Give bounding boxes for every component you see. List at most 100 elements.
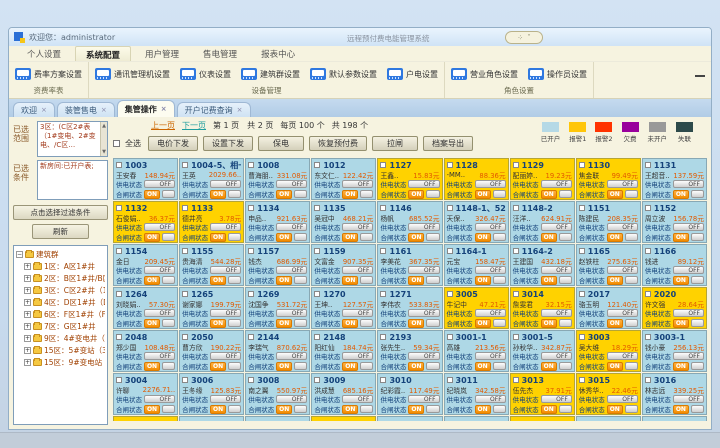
room-checkbox[interactable]: [579, 248, 585, 254]
room-card[interactable]: 2144 李瑞气 870.62元 供电状态 OFF 合闸状态 ON: [245, 330, 310, 372]
gate-on-button[interactable]: ON: [342, 190, 358, 199]
tree-item[interactable]: +6区：F区1#井（F区1#…: [16, 308, 105, 320]
room-card[interactable]: 1148-1、522 天保.. 326.47元 供电状态 OFF 合闸状态 ON: [444, 201, 509, 243]
room-checkbox[interactable]: [513, 377, 519, 383]
room-checkbox[interactable]: [645, 291, 651, 297]
action-button[interactable]: 设置下发: [203, 136, 253, 151]
room-checkbox[interactable]: [248, 291, 254, 297]
room-checkbox[interactable]: [579, 291, 585, 297]
room-card[interactable]: 1133 德井亮 3.78元 供电状态 OFF 合闸状态 ON: [179, 201, 244, 243]
room-card[interactable]: 3004 许聊 2276.71.. 供电状态 OFF 合闸状态 ON: [113, 373, 178, 415]
prev-page-link[interactable]: 上一页: [151, 120, 175, 131]
supply-off-button[interactable]: OFF: [408, 395, 439, 403]
room-checkbox[interactable]: [314, 205, 320, 211]
expand-node-icon[interactable]: +: [24, 311, 31, 318]
supply-off-button[interactable]: OFF: [342, 395, 373, 403]
tree-item[interactable]: +7区：G区1#井: [16, 320, 105, 332]
supply-off-button[interactable]: OFF: [475, 223, 506, 231]
room-card[interactable]: 3009 洪成慧 685.16元 供电状态 OFF 合闸状态 ON: [311, 373, 376, 415]
supply-off-button[interactable]: OFF: [276, 223, 307, 231]
expand-node-icon[interactable]: +: [24, 323, 31, 330]
gate-off-button[interactable]: [294, 319, 307, 327]
supply-off-button[interactable]: OFF: [342, 180, 373, 188]
gate-on-button[interactable]: ON: [210, 319, 226, 328]
supply-off-button[interactable]: OFF: [607, 309, 638, 317]
tree-item[interactable]: +4区：D区1#井（D区1…: [16, 296, 105, 308]
close-tab-icon[interactable]: ×: [41, 106, 47, 114]
gate-off-button[interactable]: [625, 362, 638, 370]
action-button[interactable]: 拉闸: [372, 136, 418, 151]
room-card[interactable]: 2050 曹方欣 190.22元 供电状态 OFF 合闸状态 ON: [179, 330, 244, 372]
supply-off-button[interactable]: OFF: [144, 223, 175, 231]
supply-off-button[interactable]: OFF: [144, 309, 175, 317]
gate-on-button[interactable]: ON: [408, 276, 424, 285]
gate-on-button[interactable]: ON: [475, 319, 491, 328]
room-checkbox[interactable]: [116, 248, 122, 254]
gate-off-button[interactable]: [493, 405, 506, 413]
supply-off-button[interactable]: OFF: [144, 395, 175, 403]
collapse-ribbon-icon[interactable]: [695, 70, 705, 77]
room-card[interactable]: 1161 李美花 367.35元 供电状态 OFF 合闸状态 ON: [377, 244, 442, 286]
room-card[interactable]: 3011 纪晓岚 342.58元 供电状态 OFF 合闸状态 ON: [444, 373, 509, 415]
ribbon-button[interactable]: 通讯管理机设置: [93, 67, 172, 81]
tree-item[interactable]: +3区：C区2#井（1#变…: [16, 284, 105, 296]
gate-off-button[interactable]: [426, 190, 439, 198]
room-card[interactable]: 1155 贵海清 544.28元 供电状态 OFF 合闸状态 ON: [179, 244, 244, 286]
room-card[interactable]: 3015 休秀华.. 22.46元 供电状态 OFF 合闸状态 ON: [576, 373, 641, 415]
gate-on-button[interactable]: ON: [342, 233, 358, 242]
supply-off-button[interactable]: OFF: [144, 180, 175, 188]
room-card[interactable]: 3013 伍先杰 37.91元 供电状态 OFF 合闸状态 ON: [510, 373, 575, 415]
room-card[interactable]: 3008 南之翼 550.97元 供电状态 OFF 合闸状态 ON: [245, 373, 310, 415]
supply-off-button[interactable]: OFF: [541, 180, 572, 188]
supply-off-button[interactable]: OFF: [541, 352, 572, 360]
gate-on-button[interactable]: ON: [342, 319, 358, 328]
gate-on-button[interactable]: ON: [607, 405, 623, 414]
room-checkbox[interactable]: [182, 377, 188, 383]
supply-off-button[interactable]: OFF: [210, 395, 241, 403]
gate-on-button[interactable]: ON: [607, 319, 623, 328]
room-checkbox[interactable]: [579, 205, 585, 211]
ribbon-button[interactable]: 户电设置: [385, 67, 440, 81]
gate-off-button[interactable]: [360, 276, 373, 284]
supply-off-button[interactable]: OFF: [607, 266, 638, 274]
document-tab[interactable]: 装管售电×: [57, 102, 115, 117]
supply-off-button[interactable]: OFF: [276, 180, 307, 188]
ribbon-button[interactable]: 费率方案设置: [13, 67, 84, 81]
room-card[interactable]: 1135 吴冠中 468.21元 供电状态 OFF 合闸状态 ON: [311, 201, 376, 243]
gate-off-button[interactable]: [360, 190, 373, 198]
listbox-scrollbar[interactable]: ▲▼: [100, 122, 107, 156]
gate-off-button[interactable]: [559, 362, 572, 370]
gate-off-button[interactable]: [294, 233, 307, 241]
room-checkbox[interactable]: [314, 248, 320, 254]
room-card[interactable]: 1003 王安春 148.94元 供电状态 OFF 合闸状态 ON: [113, 158, 178, 200]
gate-off-button[interactable]: [294, 362, 307, 370]
supply-off-button[interactable]: OFF: [541, 309, 572, 317]
supply-off-button[interactable]: OFF: [408, 352, 439, 360]
room-checkbox[interactable]: [314, 377, 320, 383]
expand-node-icon[interactable]: +: [24, 347, 31, 354]
gate-on-button[interactable]: ON: [210, 190, 226, 199]
gate-off-button[interactable]: [294, 190, 307, 198]
room-checkbox[interactable]: [314, 291, 320, 297]
document-tab[interactable]: 开户记费查询×: [177, 102, 251, 117]
gate-on-button[interactable]: ON: [607, 190, 623, 199]
action-button[interactable]: 电价下发: [148, 136, 198, 151]
supply-off-button[interactable]: OFF: [144, 266, 175, 274]
supply-off-button[interactable]: OFF: [475, 395, 506, 403]
gate-on-button[interactable]: ON: [276, 190, 292, 199]
gate-on-button[interactable]: ON: [607, 276, 623, 285]
room-checkbox[interactable]: [116, 205, 122, 211]
supply-off-button[interactable]: OFF: [342, 352, 373, 360]
room-checkbox[interactable]: [579, 162, 585, 168]
room-checkbox[interactable]: [513, 205, 519, 211]
gate-off-button[interactable]: [559, 319, 572, 327]
room-checkbox[interactable]: [314, 334, 320, 340]
gate-on-button[interactable]: ON: [541, 362, 557, 371]
room-checkbox[interactable]: [447, 162, 453, 168]
room-checkbox[interactable]: [116, 291, 122, 297]
room-checkbox[interactable]: [645, 162, 651, 168]
selected-range-listbox[interactable]: 3区：(C区2#表（1#变电、2#变电、/C区… ▲▼: [37, 121, 108, 157]
supply-off-button[interactable]: OFF: [342, 223, 373, 231]
gate-on-button[interactable]: ON: [408, 233, 424, 242]
collapse-node-icon[interactable]: −: [16, 251, 23, 258]
